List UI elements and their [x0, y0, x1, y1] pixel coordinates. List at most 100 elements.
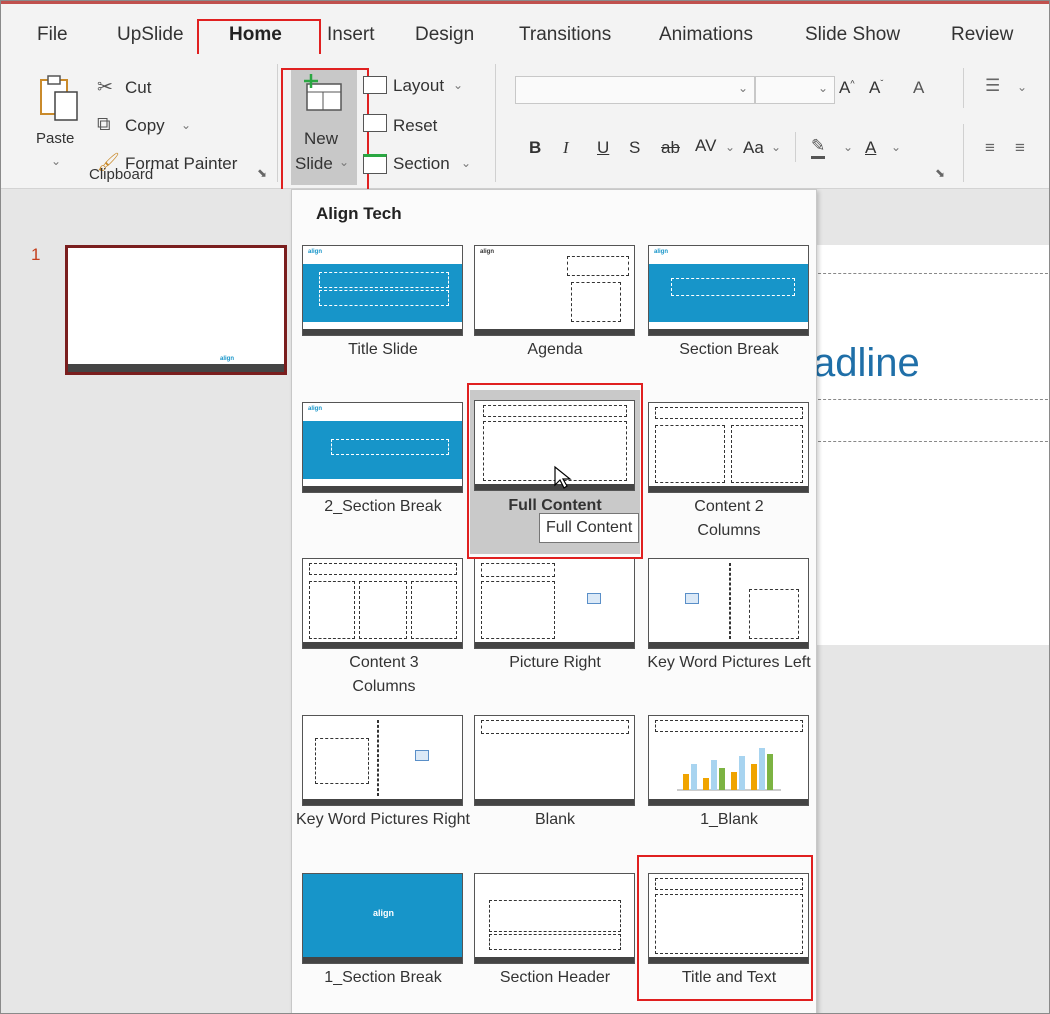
layout-label: Key Word Pictures Left: [647, 654, 811, 671]
clear-formatting-icon[interactable]: A: [913, 78, 924, 98]
new-slide-chevron-icon: ⌄: [339, 155, 350, 169]
layout-blank[interactable]: Blank: [466, 710, 636, 842]
strikethrough-button[interactable]: ab: [661, 138, 680, 158]
reset-button[interactable]: Reset: [393, 116, 437, 136]
bullets-icon[interactable]: ☰: [985, 76, 1000, 96]
thumb-logo: align: [480, 249, 495, 255]
layout-key-word-pictures-right[interactable]: Key Word Pictures Right: [294, 710, 470, 860]
layout-agenda[interactable]: align Agenda: [466, 240, 636, 372]
tab-slide-show[interactable]: Slide Show: [805, 24, 900, 46]
thumb-placeholder: [359, 581, 407, 639]
ribbon-tabs: File UpSlide Home Insert Design Transiti…: [1, 4, 1049, 54]
layout-thumbnail: align: [474, 245, 635, 336]
tab-file[interactable]: File: [37, 24, 68, 46]
bold-button[interactable]: B: [529, 138, 541, 158]
decrease-font-icon[interactable]: Aˇ: [869, 78, 883, 98]
layout-2-section-break[interactable]: align 2_Section Break: [294, 397, 464, 529]
thumb-placeholder: [309, 581, 355, 639]
character-spacing-button[interactable]: AV: [695, 136, 716, 156]
shadow-button[interactable]: S: [629, 138, 640, 158]
layout-content-3-columns[interactable]: Content 3 Columns: [294, 553, 464, 703]
highlight-color-icon[interactable]: ✎: [811, 136, 826, 159]
layout-title-slide[interactable]: align Title Slide: [294, 240, 464, 372]
clipboard-paste-icon: [40, 75, 78, 121]
section-chevron-icon: ⌄: [461, 156, 472, 170]
thumb-placeholder: [571, 282, 621, 322]
layout-label: Key Word Pictures Right: [296, 811, 470, 828]
layout-content-2-columns[interactable]: Content 2 Columns: [640, 397, 810, 547]
thumb-placeholder: [671, 278, 795, 296]
thumb-footer: [475, 957, 634, 963]
new-slide-label-1: New: [304, 129, 339, 148]
layout-thumbnail: [474, 873, 635, 964]
dialog-launcher-icon[interactable]: ⬊: [935, 166, 945, 180]
thumb-footer: [303, 486, 462, 492]
scissors-icon: ✂: [97, 77, 113, 98]
tab-insert[interactable]: Insert: [327, 24, 375, 46]
change-case-button[interactable]: Aa: [743, 138, 764, 158]
layout-title-and-text[interactable]: Title and Text: [640, 868, 810, 1000]
slide-canvas[interactable]: [801, 245, 1049, 645]
dialog-launcher-icon[interactable]: ⬊: [257, 166, 267, 180]
thumb-footer: [303, 642, 462, 648]
thumb-placeholder: [481, 720, 629, 734]
slide-thumbnail-1[interactable]: align: [65, 245, 287, 375]
tab-upslide[interactable]: UpSlide: [117, 24, 184, 46]
layout-label: Content 3 Columns: [349, 654, 419, 695]
italic-button[interactable]: I: [563, 138, 569, 158]
thumb-placeholder: [481, 563, 555, 577]
thumb-placeholder: [655, 878, 803, 890]
thumb-footer: [303, 799, 462, 805]
thumb-placeholder: [489, 934, 621, 950]
layout-label: Picture Right: [509, 654, 601, 671]
tab-design[interactable]: Design: [415, 24, 474, 46]
title-placeholder-border: [813, 273, 1049, 274]
increase-font-icon[interactable]: A^: [839, 78, 855, 98]
align-center-icon[interactable]: ≡: [1015, 138, 1025, 158]
layout-thumbnail: [302, 715, 463, 806]
layout-picture-right[interactable]: Picture Right: [466, 553, 636, 685]
layout-label: Section Header: [499, 969, 611, 986]
slide-number: 1: [31, 245, 41, 264]
layout-1-blank[interactable]: 1_Blank: [640, 710, 810, 842]
thumb-placeholder: [331, 439, 449, 455]
layout-thumbnail: align: [648, 245, 809, 336]
layout-section-header[interactable]: Section Header: [466, 868, 636, 1000]
section-button[interactable]: Section: [393, 154, 450, 174]
picture-placeholder-icon: [415, 750, 429, 761]
layout-thumbnail: [648, 873, 809, 964]
thumb-logo: align: [219, 356, 234, 362]
layout-label: Agenda: [527, 341, 583, 358]
thumb-placeholder: [655, 407, 803, 419]
tab-transitions[interactable]: Transitions: [519, 24, 611, 46]
layout-section-break[interactable]: align Section Break: [640, 240, 810, 372]
align-left-icon[interactable]: ≡: [985, 138, 995, 158]
thumb-placeholder: [731, 425, 803, 483]
title-placeholder-border: [813, 399, 1049, 400]
tab-animations[interactable]: Animations: [659, 24, 753, 46]
new-slide-button[interactable]: New Slide ⌄: [291, 69, 357, 185]
font-size-dropdown[interactable]: ⌄: [755, 76, 835, 104]
thumb-placeholder: [749, 589, 799, 639]
thumb-footer: [475, 642, 634, 648]
chevron-down-icon: ⌄: [738, 81, 749, 95]
tab-review[interactable]: Review: [951, 24, 1013, 46]
clipboard-group-label: Clipboard: [89, 166, 154, 183]
layout-1-section-break[interactable]: align 1_Section Break: [294, 868, 464, 1000]
tab-home[interactable]: Home: [229, 24, 282, 46]
thumb-placeholder: [567, 256, 629, 276]
thumb-divider: [377, 720, 379, 796]
layout-thumbnail: [474, 558, 635, 649]
cut-button[interactable]: Cut: [125, 78, 151, 98]
layout-key-word-pictures-left[interactable]: Key Word Pictures Left: [640, 553, 811, 703]
thumb-placeholder: [319, 272, 449, 288]
gallery-section-title: Align Tech: [316, 204, 402, 223]
font-color-button[interactable]: A: [865, 138, 876, 158]
font-family-dropdown[interactable]: ⌄: [515, 76, 755, 104]
copy-button[interactable]: Copy: [125, 116, 165, 136]
layout-label: 1_Blank: [700, 811, 758, 828]
paste-button[interactable]: Paste ⌄: [31, 74, 87, 168]
underline-button[interactable]: U: [597, 138, 609, 158]
layout-button[interactable]: Layout: [393, 76, 444, 96]
layout-tooltip: Full Content: [539, 513, 640, 543]
